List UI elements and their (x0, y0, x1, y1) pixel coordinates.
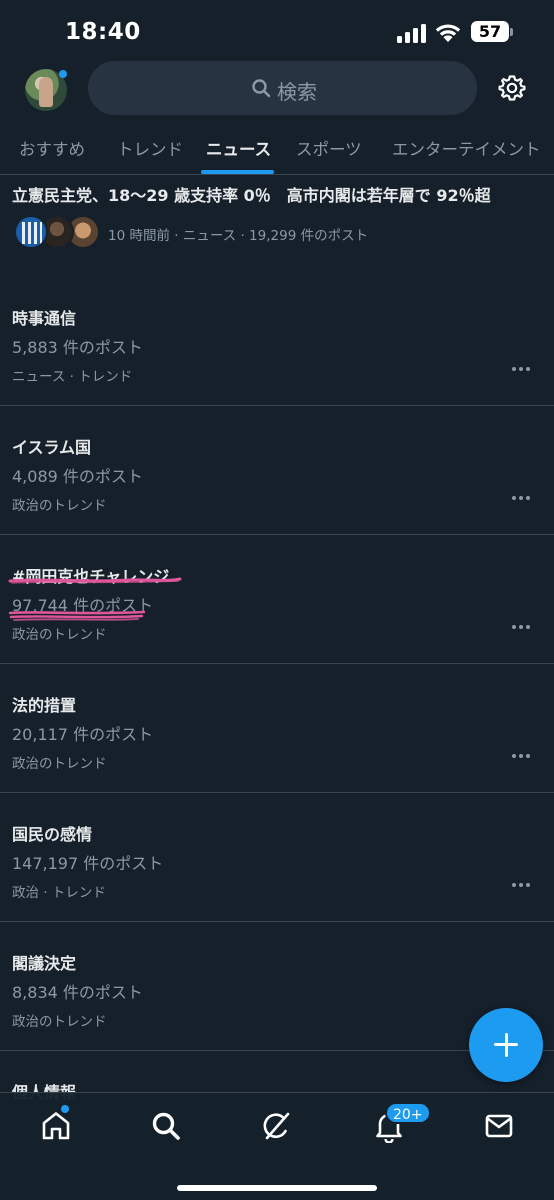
notification-count-badge: 20+ (385, 1102, 431, 1124)
tab-sports[interactable]: スポーツ (296, 136, 362, 160)
status-bar: 18:40 57 (0, 0, 554, 62)
compose-post-button[interactable] (469, 1008, 543, 1082)
trend-category: 政治のトレンド (12, 627, 107, 643)
more-options-icon[interactable] (512, 625, 532, 631)
trend-item[interactable]: 国民の感情 147,197 件のポスト 政治 · トレンド (0, 793, 554, 922)
source-avatar-newspaper (14, 215, 48, 249)
active-tab-indicator (201, 170, 274, 174)
trend-category: ニュース · トレンド (12, 369, 133, 385)
explore-news-screen: 18:40 57 検索 おすすめ トレンド ニュース スポーツ エンターテイメン… (0, 0, 554, 1200)
tab-news[interactable]: ニュース (206, 136, 271, 160)
more-options-icon[interactable] (512, 883, 532, 889)
home-icon[interactable] (39, 1109, 73, 1143)
pink-underline-annotation (8, 610, 146, 621)
search-icon[interactable] (149, 1109, 183, 1143)
battery-indicator: 57 (471, 21, 509, 42)
search-placeholder: 検索 (277, 80, 317, 104)
news-meta: 10 時間前 · ニュース · 19,299 件のポスト (108, 228, 369, 244)
avatar-figure (39, 77, 53, 107)
avatar-notification-dot (59, 70, 67, 78)
home-notification-dot (61, 1105, 69, 1113)
messages-icon[interactable] (482, 1109, 516, 1143)
more-options-icon[interactable] (512, 496, 532, 502)
search-icon (252, 79, 271, 98)
trend-category: 政治のトレンド (12, 498, 107, 514)
wifi-icon (435, 24, 461, 42)
pink-underline-annotation (8, 577, 182, 584)
trend-name: 時事通信 (12, 309, 77, 328)
trend-category: 政治 · トレンド (12, 885, 106, 901)
tab-recommended[interactable]: おすすめ (19, 136, 85, 160)
news-source-avatars (14, 215, 100, 251)
more-options-icon[interactable] (512, 367, 532, 373)
battery-cap (510, 28, 513, 36)
more-options-icon[interactable] (512, 754, 532, 760)
trend-post-count: 4,089 件のポスト (12, 467, 143, 486)
plus-icon (504, 1033, 508, 1057)
status-time: 18:40 (65, 19, 141, 45)
trend-name: 閣議決定 (12, 954, 77, 973)
tab-trending[interactable]: トレンド (117, 136, 183, 160)
trend-post-count: 20,117 件のポスト (12, 725, 154, 744)
bottom-navigation: 20+ (0, 1092, 554, 1200)
grok-icon[interactable] (260, 1109, 294, 1143)
trend-post-count: 8,834 件のポスト (12, 983, 143, 1002)
trend-category: 政治のトレンド (12, 1014, 107, 1030)
trend-item[interactable]: 法的措置 20,117 件のポスト 政治のトレンド (0, 664, 554, 793)
trend-category: 政治のトレンド (12, 756, 107, 772)
cellular-signal-icon (397, 23, 427, 43)
explore-tabs: おすすめ トレンド ニュース スポーツ エンターテイメント (0, 118, 554, 175)
trend-name: 法的措置 (12, 696, 77, 715)
trend-post-count: 147,197 件のポスト (12, 854, 164, 873)
trend-item[interactable]: イスラム国 4,089 件のポスト 政治のトレンド (0, 406, 554, 535)
settings-gear-icon[interactable] (497, 73, 527, 103)
trend-item[interactable]: 時事通信 5,883 件のポスト ニュース · トレンド (0, 277, 554, 406)
trend-name: 国民の感情 (12, 825, 93, 844)
tab-entertainment[interactable]: エンターテイメント (392, 136, 541, 160)
home-indicator-bar (177, 1185, 377, 1191)
trend-post-count: 5,883 件のポスト (12, 338, 143, 357)
trend-name: イスラム国 (12, 438, 92, 457)
news-headline[interactable]: 立憲民主党、18～29 歳支持率 0％ 高市内閣は若年層で 92％超 (12, 182, 491, 206)
trend-item[interactable]: #岡田克也チャレンジ 97,744 件のポスト 政治のトレンド (0, 535, 554, 664)
